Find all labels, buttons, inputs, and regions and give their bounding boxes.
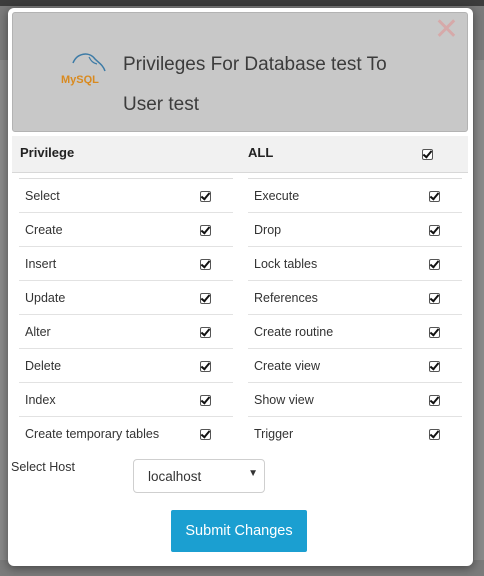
background-edge-right: [474, 60, 484, 560]
dialog-title: Privileges For Database test To User tes…: [123, 54, 387, 115]
privilege-checkbox[interactable]: [200, 225, 211, 236]
privilege-checkbox[interactable]: [200, 429, 211, 440]
privilege-checkbox[interactable]: [429, 361, 440, 372]
privilege-row-update: Update: [19, 281, 233, 315]
privilege-label: Create: [25, 223, 63, 237]
close-icon[interactable]: ✕: [434, 15, 459, 45]
background-topbar: [0, 0, 484, 6]
privilege-row-references: References: [248, 281, 462, 315]
dialog-header: ✕ MySQL Privileges For Database test To …: [12, 12, 468, 132]
privilege-label: References: [254, 291, 318, 305]
privilege-checkbox[interactable]: [429, 225, 440, 236]
privilege-checkbox[interactable]: [200, 395, 211, 406]
privileges-left-column: Select Create Insert Update Alter Delete…: [19, 178, 233, 450]
privilege-label: Update: [25, 291, 66, 305]
privilege-label: Lock tables: [254, 257, 318, 271]
mysql-logo: MySQL: [61, 53, 106, 86]
privilege-row-lock-tables: Lock tables: [248, 247, 462, 281]
all-column-label: ALL: [248, 145, 274, 160]
privilege-checkbox[interactable]: [429, 429, 440, 440]
privilege-label: Index: [25, 393, 56, 407]
privilege-row-show-view: Show view: [248, 383, 462, 417]
privilege-row-create-temporary-tables: Create temporary tables: [19, 417, 233, 450]
privilege-row-select: Select: [19, 179, 233, 213]
privilege-row-index: Index: [19, 383, 233, 417]
privilege-row-create-view: Create view: [248, 349, 462, 383]
privilege-checkbox[interactable]: [429, 327, 440, 338]
privilege-checkbox[interactable]: [429, 191, 440, 202]
privilege-checkbox[interactable]: [200, 259, 211, 270]
submit-changes-button[interactable]: Submit Changes: [171, 510, 307, 552]
privilege-row-alter: Alter: [19, 315, 233, 349]
privileges-dialog: ✕ MySQL Privileges For Database test To …: [8, 8, 473, 566]
privilege-label: Create view: [254, 359, 320, 373]
privilege-header-row: Privilege ALL: [12, 136, 468, 173]
privilege-label: Trigger: [254, 427, 294, 441]
privilege-label: Insert: [25, 257, 57, 271]
privilege-column-label: Privilege: [20, 145, 75, 160]
privilege-checkbox[interactable]: [200, 327, 211, 338]
privilege-checkbox[interactable]: [429, 395, 440, 406]
privilege-label: Show view: [254, 393, 314, 407]
privilege-row-create-routine: Create routine: [248, 315, 462, 349]
privilege-label: Create temporary tables: [25, 427, 160, 441]
host-select[interactable]: localhost ▼: [133, 459, 265, 493]
host-select-value: localhost: [148, 469, 202, 484]
privilege-label: Delete: [25, 359, 62, 373]
privilege-row-insert: Insert: [19, 247, 233, 281]
privilege-label: Drop: [254, 223, 282, 237]
privileges-right-column: Execute Drop Lock tables References Crea…: [248, 178, 462, 450]
privilege-row-execute: Execute: [248, 179, 462, 213]
select-host-label: Select Host: [11, 460, 75, 474]
privilege-label: Execute: [254, 189, 300, 203]
chevron-down-icon: ▼: [248, 468, 258, 479]
all-checkbox[interactable]: [422, 149, 433, 160]
privilege-label: Alter: [25, 325, 51, 339]
privilege-checkbox[interactable]: [200, 293, 211, 304]
privilege-row-delete: Delete: [19, 349, 233, 383]
background-edge-left: [0, 60, 8, 560]
privilege-row-drop: Drop: [248, 213, 462, 247]
privilege-checkbox[interactable]: [200, 191, 211, 202]
privilege-checkbox[interactable]: [200, 361, 211, 372]
privilege-checkbox[interactable]: [429, 293, 440, 304]
privilege-checkbox[interactable]: [429, 259, 440, 270]
privilege-label: Create routine: [254, 325, 334, 339]
privilege-label: Select: [25, 189, 60, 203]
svg-text:MySQL: MySQL: [61, 74, 99, 86]
privilege-row-create: Create: [19, 213, 233, 247]
privilege-row-trigger: Trigger: [248, 417, 462, 450]
